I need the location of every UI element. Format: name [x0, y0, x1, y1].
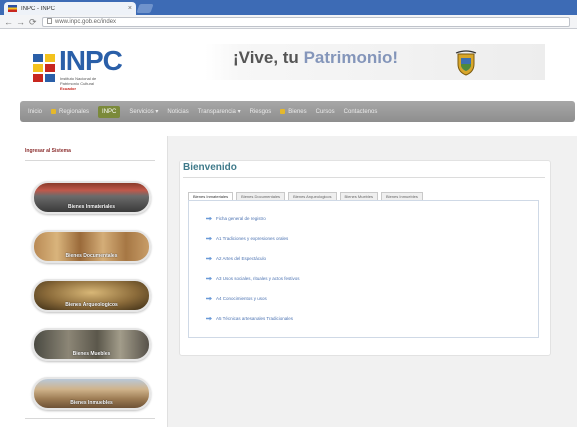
arrow-icon	[206, 316, 212, 321]
arrow-icon	[206, 256, 212, 261]
sidebar-title[interactable]: Ingresar al Sistema	[25, 148, 71, 154]
forward-arrow-icon[interactable]: →	[16, 15, 25, 29]
tab-bienes-arqueologicos[interactable]: Bienes Arqueologicos	[288, 192, 337, 200]
arrow-icon	[206, 276, 212, 281]
coat-of-arms-icon	[455, 50, 477, 76]
sidebar-item-bienes-arqueologicos[interactable]: Bienes Arqueologicos	[32, 279, 151, 312]
address-bar[interactable]: www.inpc.gob.ec/index	[42, 17, 570, 27]
page-title: Bienvenido	[183, 162, 237, 173]
menu-item-label: Bienes	[288, 108, 307, 115]
link-label: Ficha general de registro	[216, 216, 266, 221]
main-menu: Inicio Regionales INPC Servicios ▾ Notic…	[20, 101, 575, 122]
sidebar-item-bienes-documentales[interactable]: Bienes Documentales	[32, 230, 151, 263]
sidebar: Ingresar al Sistema Bienes Inmateriales …	[20, 136, 168, 427]
menu-item-label: Riesgos	[249, 108, 272, 115]
tab-bienes-inmateriales[interactable]: Bienes Inmateriales	[188, 192, 234, 200]
new-tab-button[interactable]	[136, 4, 154, 13]
list-item[interactable]: A2 Artes del Espectáculo	[206, 256, 266, 261]
logo-country: Ecuador	[60, 86, 77, 91]
regionales-icon	[51, 109, 57, 114]
close-tab-icon[interactable]: ×	[128, 5, 132, 12]
bienes-icon	[280, 109, 286, 114]
sidebar-item-label: Bienes Arqueologicos	[65, 302, 118, 308]
menu-item-cursos[interactable]: Cursos	[316, 109, 335, 115]
reload-icon[interactable]: ⟳	[29, 15, 37, 29]
header-slogan: ¡Vive, tu Patrimonio!	[233, 48, 398, 68]
header-banner: ¡Vive, tu Patrimonio!	[205, 44, 545, 80]
category-tabs: Bienes Inmateriales Bienes Documentales …	[188, 192, 426, 200]
menu-item-riesgos[interactable]: Riesgos	[250, 109, 272, 115]
title-divider	[183, 177, 545, 178]
list-item[interactable]: Ficha general de registro	[206, 216, 266, 221]
menu-item-label: Inicio	[28, 108, 43, 115]
menu-item-bienes[interactable]: Bienes	[280, 108, 307, 115]
sidebar-item-bienes-inmuebles[interactable]: Bienes Inmuebles	[32, 377, 151, 410]
menu-item-inicio[interactable]: Inicio	[28, 109, 42, 115]
link-label: A2 Artes del Espectáculo	[216, 256, 267, 261]
address-bar-url: www.inpc.gob.ec/index	[55, 19, 117, 25]
menu-item-inpc[interactable]: INPC	[98, 105, 121, 118]
link-label: A4 Conocimientos y usos	[216, 296, 267, 301]
menu-item-servicios[interactable]: Servicios ▾	[129, 108, 158, 116]
menu-item-transparencia[interactable]: Transparencia ▾	[197, 108, 241, 116]
menu-item-label: Regionales	[59, 108, 90, 115]
list-item[interactable]: A4 Conocimientos y usos	[206, 296, 267, 301]
logo-text[interactable]: INPC	[59, 47, 123, 75]
tab-bienes-muebles[interactable]: Bienes Muebles	[339, 192, 379, 200]
sidebar-item-bienes-inmateriales[interactable]: Bienes Inmateriales	[32, 181, 151, 214]
back-arrow-icon[interactable]: ←	[4, 15, 13, 29]
slogan-faded: Patrimonio!	[303, 48, 399, 67]
menu-item-label: INPC	[102, 108, 117, 115]
menu-item-label: Transparencia	[197, 108, 236, 115]
sidebar-bottom-divider	[25, 418, 155, 419]
screen: INPC - INPC × ← → ⟳ www.inpc.gob.ec/inde…	[0, 0, 577, 427]
sidebar-item-label: Bienes Inmuebles	[70, 400, 113, 406]
tab-bienes-inmuebles[interactable]: Bienes Inmuebles	[381, 192, 423, 200]
menu-item-contactenos[interactable]: Contactenos	[344, 109, 378, 115]
favicon-icon	[8, 5, 17, 12]
arrow-icon	[206, 296, 212, 301]
list-item[interactable]: A1 Tradiciones y expresiones orales	[206, 236, 288, 241]
inpc-logo-icon[interactable]	[33, 54, 57, 84]
browser-toolbar: ← → ⟳ www.inpc.gob.ec/index	[0, 15, 577, 29]
list-item[interactable]: A5 Técnicas artesanales Tradicionales	[206, 316, 293, 321]
tab-title: INPC - INPC	[21, 5, 56, 12]
arrow-icon	[206, 216, 212, 221]
tab-bienes-documentales[interactable]: Bienes Documentales	[236, 192, 286, 200]
menu-item-label: Cursos	[315, 108, 335, 115]
page-icon	[47, 18, 52, 24]
arrow-icon	[206, 236, 212, 241]
link-label: A5 Técnicas artesanales Tradicionales	[216, 316, 293, 321]
menu-item-label: Contactenos	[343, 108, 378, 115]
list-item[interactable]: A3 Usos sociales, rituales y actos festi…	[206, 276, 300, 281]
browser-tabbar: INPC - INPC ×	[0, 0, 577, 15]
menu-item-noticias[interactable]: Noticias	[167, 109, 188, 115]
sidebar-item-label: Bienes Muebles	[72, 351, 111, 357]
menu-item-label: Servicios	[129, 108, 154, 115]
browser-tab[interactable]: INPC - INPC ×	[4, 2, 136, 15]
sidebar-item-label: Bienes Inmateriales	[68, 204, 115, 210]
link-label: A3 Usos sociales, rituales y actos festi…	[216, 276, 300, 281]
logo-subtitle: Instituto Nacional de Patrimonio Cultura…	[60, 76, 105, 91]
link-label: A1 Tradiciones y expresiones orales	[216, 236, 289, 241]
menu-item-label: Noticias	[167, 108, 189, 115]
sidebar-item-bienes-muebles[interactable]: Bienes Muebles	[32, 328, 151, 361]
sidebar-divider	[25, 160, 155, 161]
menu-item-regionales[interactable]: Regionales	[51, 109, 89, 115]
slogan-main: ¡Vive, tu	[233, 48, 299, 67]
sidebar-item-label: Bienes Documentales	[65, 253, 118, 259]
